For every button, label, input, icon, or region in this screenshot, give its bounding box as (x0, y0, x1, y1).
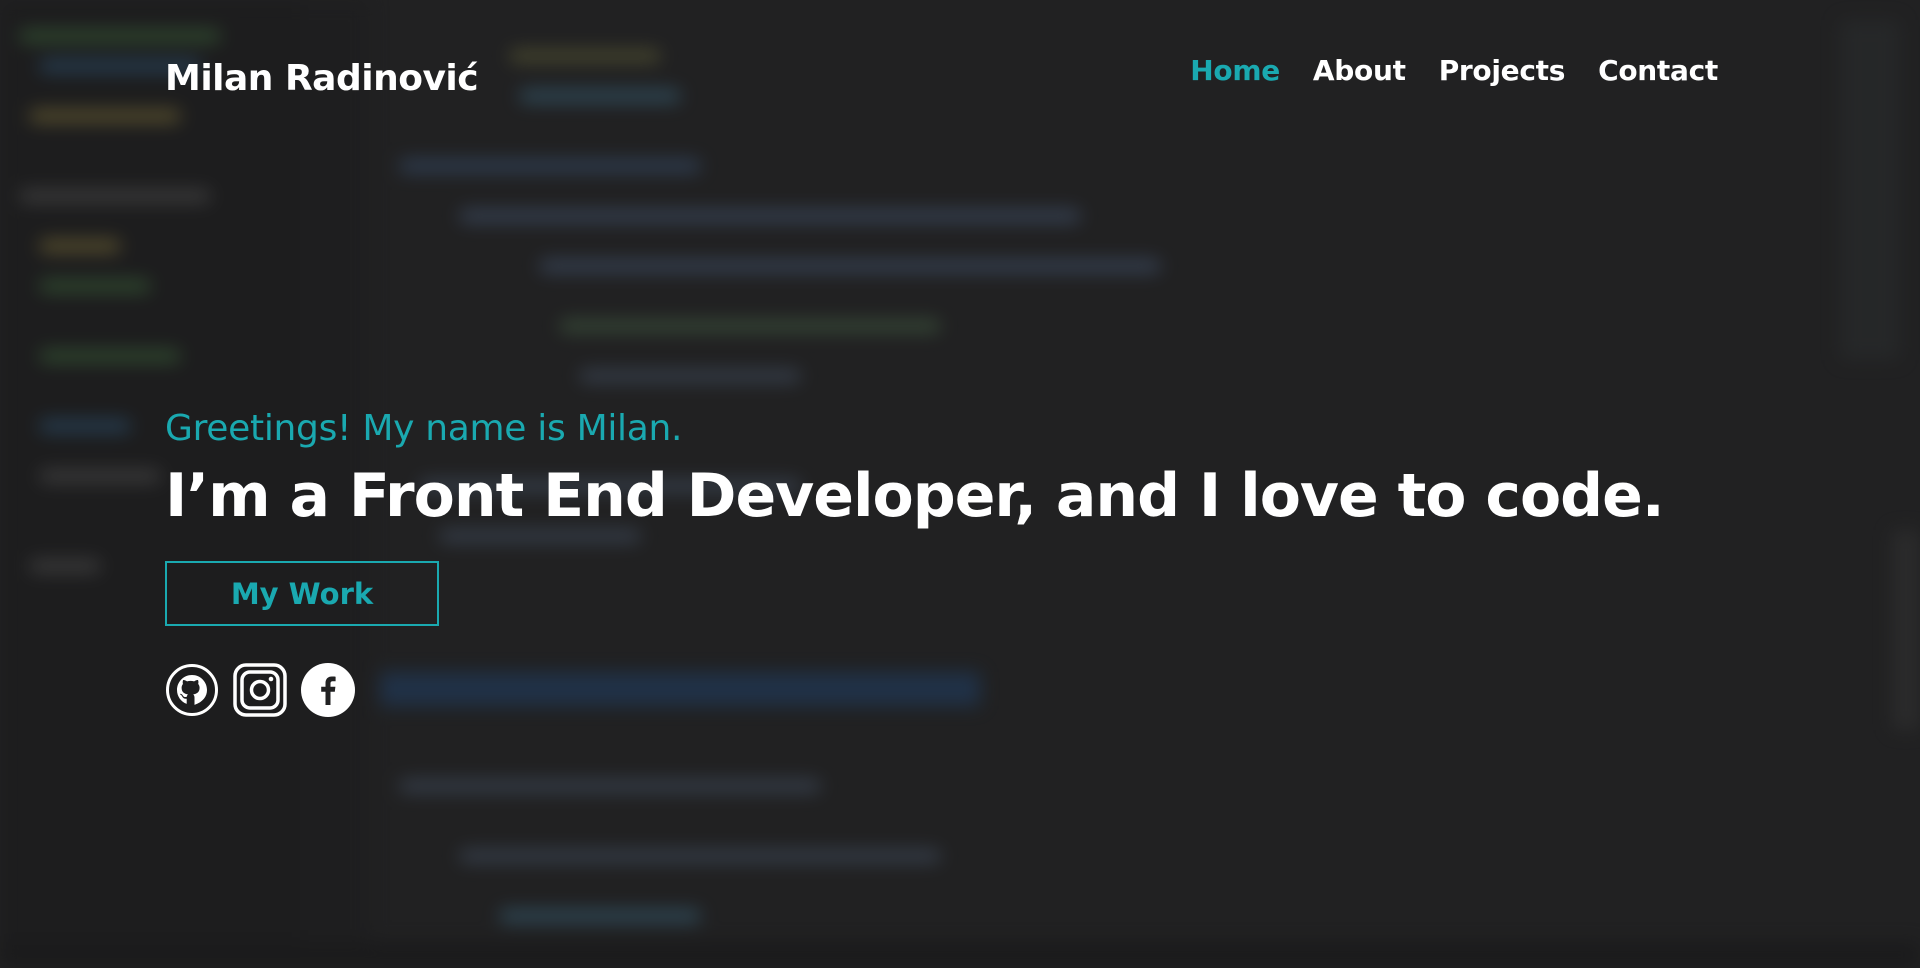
bg-code-line (400, 780, 820, 792)
my-work-button[interactable]: My Work (165, 561, 439, 626)
site-header: Milan Radinović Home About Projects Cont… (0, 0, 1920, 150)
instagram-icon[interactable] (233, 663, 287, 717)
bg-code-line (460, 210, 1080, 222)
bg-status-bar (0, 942, 1920, 968)
nav-item-contact[interactable]: Contact (1598, 54, 1718, 87)
bg-scrollbar (1892, 530, 1920, 730)
page: Milan Radinović Home About Projects Cont… (0, 0, 1920, 968)
nav-item-home[interactable]: Home (1190, 54, 1280, 87)
bg-code-line (40, 420, 130, 432)
bg-code-line (40, 280, 150, 292)
bg-code-line (400, 160, 700, 172)
nav-item-about[interactable]: About (1313, 54, 1406, 87)
hero-greeting: Greetings! My name is Milan. (165, 408, 683, 449)
bg-code-line (40, 350, 180, 362)
nav-item-projects[interactable]: Projects (1439, 54, 1566, 87)
main-nav: Home About Projects Contact (1157, 54, 1718, 87)
bg-code-line (580, 370, 800, 382)
bg-code-line (500, 910, 700, 922)
bg-code-line (540, 260, 1160, 272)
bg-code-line (40, 470, 160, 482)
github-icon[interactable] (165, 663, 219, 717)
bg-code-line (560, 320, 940, 332)
hero-headline: I’m a Front End Developer, and I love to… (165, 461, 1665, 531)
bg-code-line (40, 240, 120, 252)
facebook-icon[interactable] (301, 663, 355, 717)
brand-logo[interactable]: Milan Radinović (165, 58, 479, 99)
social-links (165, 663, 1664, 717)
bg-code-line (20, 190, 210, 202)
bg-code-line (460, 850, 940, 862)
hero-section: Greetings! My name is Milan. I’m a Front… (165, 408, 1665, 717)
bg-code-line (30, 560, 100, 572)
